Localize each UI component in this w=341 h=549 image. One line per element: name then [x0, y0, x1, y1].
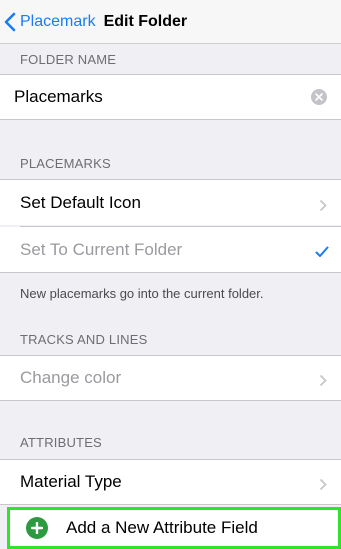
page-title: Edit Folder	[103, 12, 188, 30]
tracks-header: TRACKS AND LINES	[20, 331, 148, 347]
add-attribute-field-button[interactable]: Add a New Attribute Field	[7, 507, 341, 549]
folder-name-field[interactable]: Placemarks	[0, 74, 341, 120]
change-color-row[interactable]: Change color	[0, 355, 341, 401]
change-color-label: Change color	[20, 368, 122, 387]
add-attribute-field-label: Add a New Attribute Field	[66, 518, 258, 537]
back-button-label: Placemark	[20, 12, 96, 30]
material-type-row[interactable]: Material Type	[0, 459, 341, 505]
navigation-bar: Placemark Edit Folder	[0, 0, 341, 44]
chevron-right-icon	[319, 372, 327, 392]
folder-name-value: Placemarks	[14, 87, 103, 106]
material-type-label: Material Type	[20, 472, 122, 491]
chevron-right-icon	[319, 197, 327, 217]
set-default-icon-label: Set Default Icon	[20, 192, 141, 212]
placemarks-header: PLACEMARKS	[20, 155, 111, 171]
set-to-current-folder-label: Set To Current Folder	[20, 239, 183, 259]
placemarks-footer-note: New placemarks go into the current folde…	[20, 285, 264, 301]
chevron-right-icon	[319, 476, 327, 496]
set-default-icon-row[interactable]: Set Default Icon	[0, 179, 341, 225]
add-circle-icon	[26, 517, 48, 539]
set-to-current-folder-row[interactable]: Set To Current Folder	[0, 227, 341, 273]
folder-name-header: FOLDER NAME	[20, 51, 117, 67]
clear-text-icon[interactable]	[311, 89, 327, 105]
chevron-left-icon	[4, 12, 16, 32]
attributes-header: ATTRIBUTES	[20, 434, 102, 450]
back-button[interactable]: Placemark	[4, 12, 96, 32]
checkmark-icon	[315, 243, 329, 263]
